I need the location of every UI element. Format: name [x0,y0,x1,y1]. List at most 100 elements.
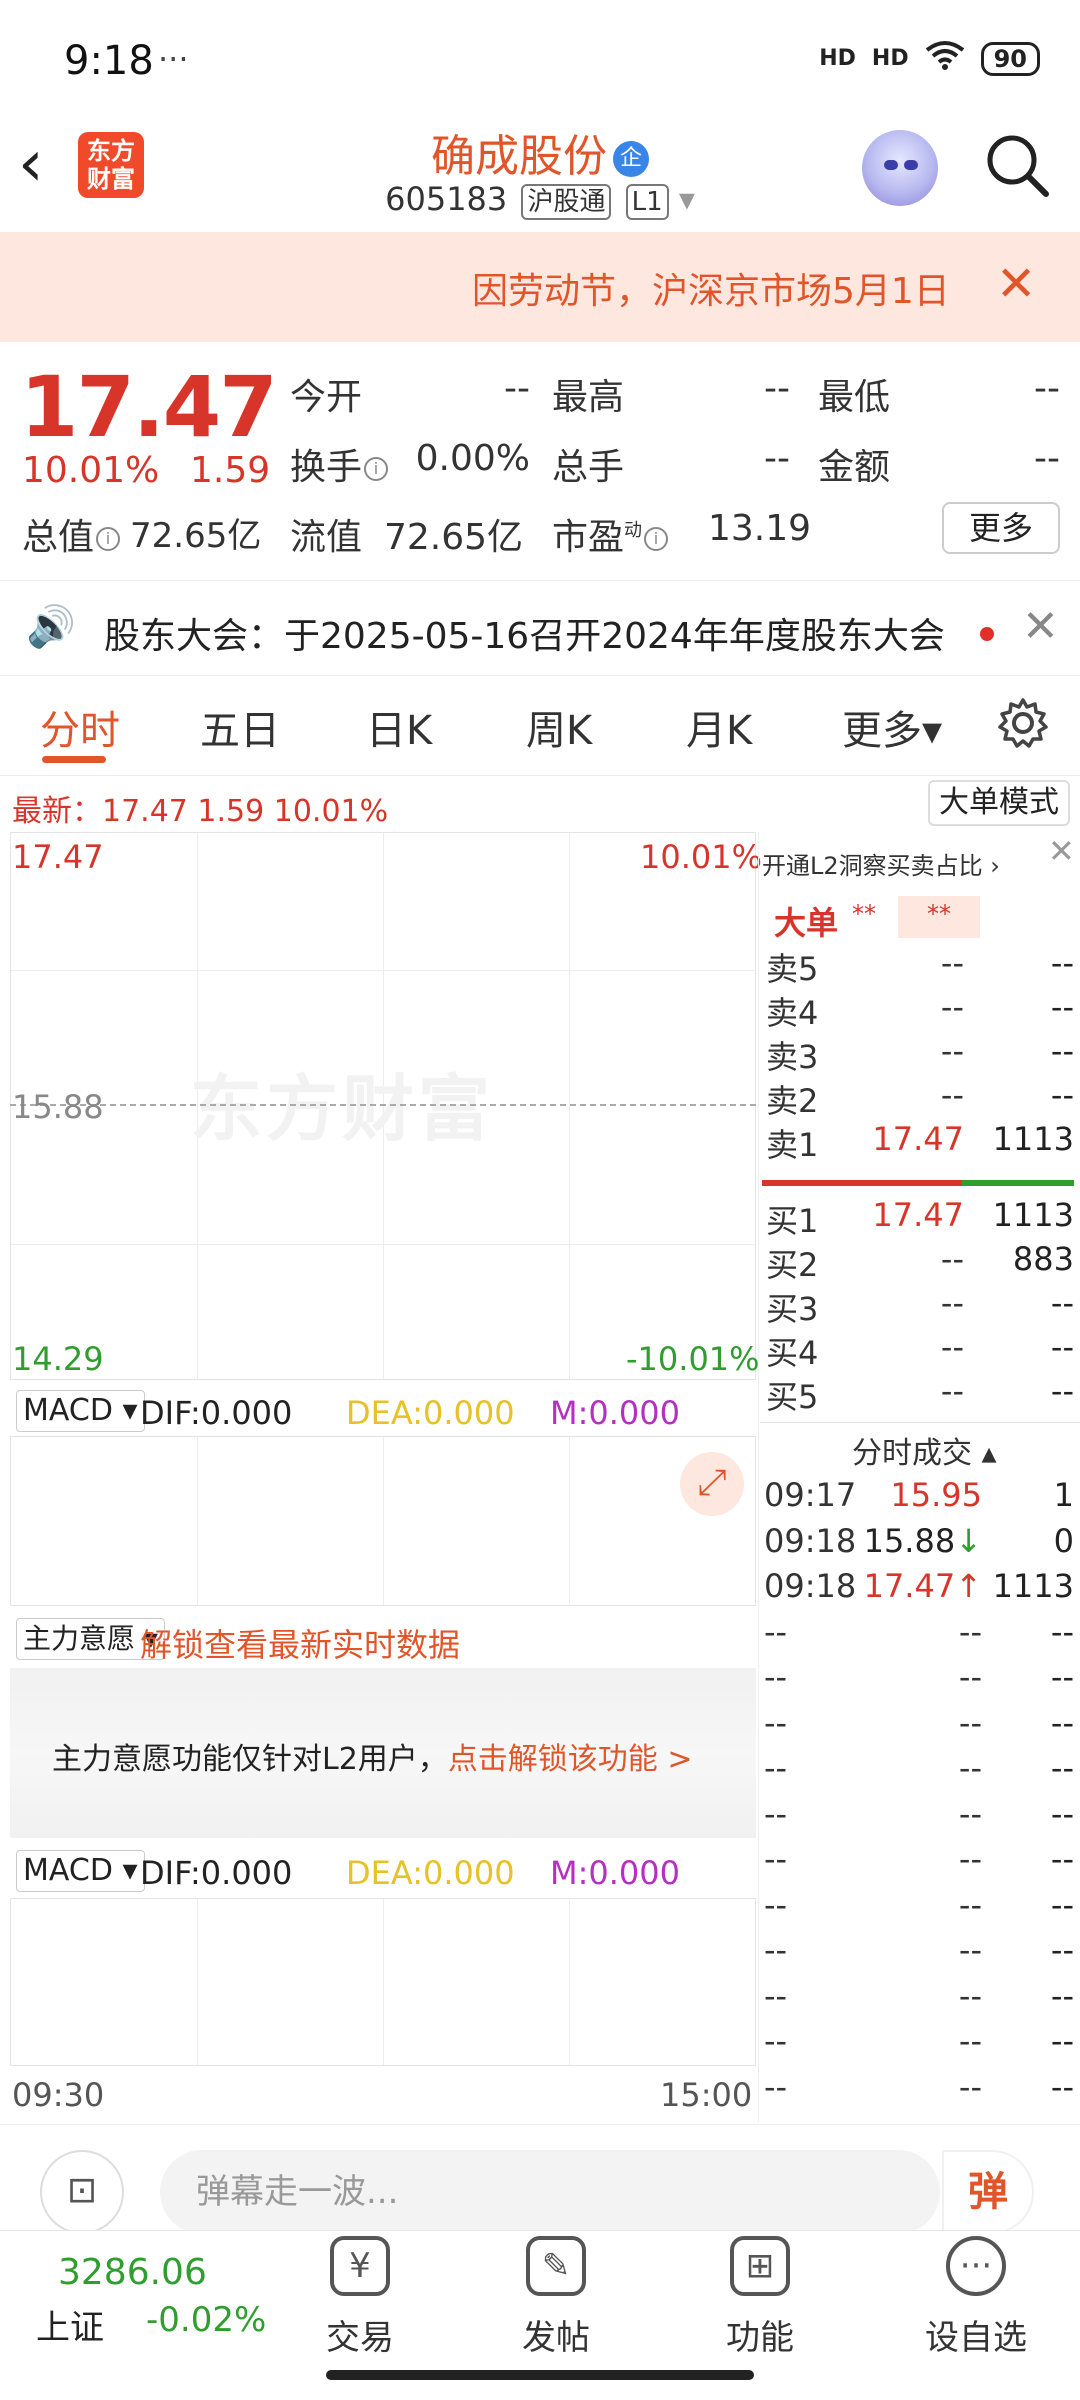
tick-row[interactable]: -- -- -- [762,1840,1074,1886]
tick-row[interactable]: -- -- -- [762,1613,1074,1659]
tick-time: -- [764,1749,788,1787]
locked-message[interactable]: 主力意愿功能仅针对L2用户，点击解锁该功能 > [52,1734,693,1778]
meeting-close-icon[interactable]: ✕ [1022,601,1059,652]
tab-intraday[interactable]: 分时 [40,698,120,756]
tab-daily-k[interactable]: 日K [366,698,432,756]
index-name[interactable]: 上证 [36,2300,104,2349]
assistant-robot-icon[interactable] [862,130,938,206]
info-icon[interactable]: i [644,527,669,551]
macd-chart[interactable] [10,1898,756,2066]
tick-row[interactable]: 09:18 17.47↑ 1113 [762,1567,1074,1613]
nav-functions[interactable]: ⊞ 功能 [690,2236,830,2359]
tick-price: -- [958,1749,982,1787]
notice-close-icon[interactable]: ✕ [996,256,1036,312]
tick-row[interactable]: -- -- -- [762,2022,1074,2068]
turnover-label[interactable]: 换手 i [290,438,389,490]
info-icon[interactable]: i [364,457,389,481]
tick-row[interactable]: -- -- -- [762,1795,1074,1841]
nav-post[interactable]: ✎ 发帖 [486,2236,626,2359]
chart-bottom-price: 14.29 [12,1340,104,1378]
bid-row[interactable]: 买5 -- -- [762,1372,1074,1416]
nav-add-watchlist[interactable]: ··· 设自选 [906,2236,1046,2359]
holiday-notice[interactable]: 因劳动节，沪深京市场5月1日 ✕ [0,232,1080,342]
bid-price: -- [940,1372,964,1410]
bid-row[interactable]: 买2 -- 883 [762,1240,1074,1284]
ask-row[interactable]: 卖4 -- -- [762,988,1074,1032]
l2-promo-link[interactable]: 开通L2洞察买卖占比 › [762,846,1000,881]
danmu-input[interactable]: 弹幕走一波... [160,2150,940,2234]
status-bar: 9:18 ··· HD HD 90 [0,0,1080,110]
bid-row[interactable]: 买4 -- -- [762,1328,1074,1372]
tick-row[interactable]: -- -- -- [762,1658,1074,1704]
macd-select[interactable]: MACD ▾ [16,1850,145,1892]
tick-row[interactable]: 09:17 15.95 1 [762,1476,1074,1522]
expand-icon[interactable]: ⤢ [680,1452,744,1516]
tick-row[interactable]: -- -- -- [762,2068,1074,2114]
l2-close-icon[interactable]: ✕ [1048,832,1075,870]
speaker-icon: 🔊 [26,604,76,650]
tick-volume: -- [1050,2067,1074,2106]
tick-volume: 1113 [992,1567,1074,1605]
market-cap-label[interactable]: 总值 i [22,508,121,560]
volume-value: -- [764,438,790,479]
bid-ask-ratio-bar [762,1180,1074,1186]
tick-volume: -- [1050,1976,1074,2015]
bid-row[interactable]: 买1 17.47 1113 [762,1196,1074,1240]
prev-close-line [10,1104,756,1106]
bid-row[interactable]: 买3 -- -- [762,1284,1074,1328]
nav-label: 功能 [726,2318,794,2358]
tick-row[interactable]: -- -- -- [762,1749,1074,1795]
index-value[interactable]: 3286.06 [58,2252,207,2293]
tick-price: -- [958,1794,982,1833]
ticks-title[interactable]: 分时成交 ▴ [852,1428,997,1472]
macd-dea: DEA:0.000 [346,1854,515,1892]
more-quote-button[interactable]: 更多 [942,502,1060,554]
bid-volume: -- [1050,1284,1074,1322]
ask-volume: -- [1050,1032,1074,1070]
ask-row[interactable]: 卖5 -- -- [762,944,1074,988]
tab-weekly-k[interactable]: 周K [526,698,592,756]
settings-gear-icon[interactable] [996,696,1050,754]
bid-label: 买4 [766,1334,819,1372]
home-indicator[interactable] [326,2370,754,2380]
big-order-mode-button[interactable]: 大单模式 [928,780,1070,826]
search-icon[interactable] [982,130,1052,200]
high-value: -- [764,368,790,409]
bid-volume: -- [1050,1328,1074,1366]
index-change[interactable]: -0.02% [146,2300,266,2340]
macd-chart[interactable] [10,1436,756,1606]
unlock-link[interactable]: 解锁查看最新实时数据 [140,1620,460,1666]
ask-row[interactable]: 卖1 17.47 1113 [762,1120,1074,1164]
tick-time: -- [764,1931,788,1969]
tick-price: -- [958,2067,982,2106]
unlock-feature-link[interactable]: 点击解锁该功能 > [448,1742,693,1777]
tab-monthly-k[interactable]: 月K [686,698,752,756]
tick-row[interactable]: 09:18 15.88↓ 0 [762,1522,1074,1568]
nav-trade[interactable]: ¥ 交易 [290,2236,430,2359]
ask-row[interactable]: 卖3 -- -- [762,1032,1074,1076]
bid-label: 买2 [766,1246,819,1284]
info-icon[interactable]: i [96,527,121,551]
enterprise-badge-icon: 企 [613,141,649,177]
comment-settings-icon[interactable]: ⊡ [40,2150,124,2234]
ask-row[interactable]: 卖2 -- -- [762,1076,1074,1120]
open-value: -- [504,368,530,409]
tick-price: 17.47↑ [863,1567,982,1605]
nav-label: 交易 [326,2318,394,2358]
tab-five-day[interactable]: 五日 [200,698,280,756]
bid-label: 买1 [766,1202,819,1240]
tick-price: 15.88↓ [863,1521,982,1560]
shareholder-meeting-bar[interactable]: 🔊 股东大会：于2025-05-16召开2024年年度股东大会 ✕ [0,580,1080,676]
tab-more[interactable]: 更多▾ [842,698,942,756]
tick-row[interactable]: -- -- -- [762,1931,1074,1977]
tick-price: -- [958,1840,982,1878]
tick-row[interactable]: -- -- -- [762,1704,1074,1750]
danmu-button[interactable]: 弹 [942,2150,1034,2234]
tick-row[interactable]: -- -- -- [762,1886,1074,1932]
macd-dea: DEA:0.000 [346,1394,515,1432]
tick-row[interactable]: -- -- -- [762,1977,1074,2023]
status-indicators: HD HD 90 [819,40,1040,77]
macd-select[interactable]: MACD ▾ [16,1390,145,1432]
macd-m: M:0.000 [550,1854,680,1892]
pe-label[interactable]: 市盈动 i [552,508,669,560]
